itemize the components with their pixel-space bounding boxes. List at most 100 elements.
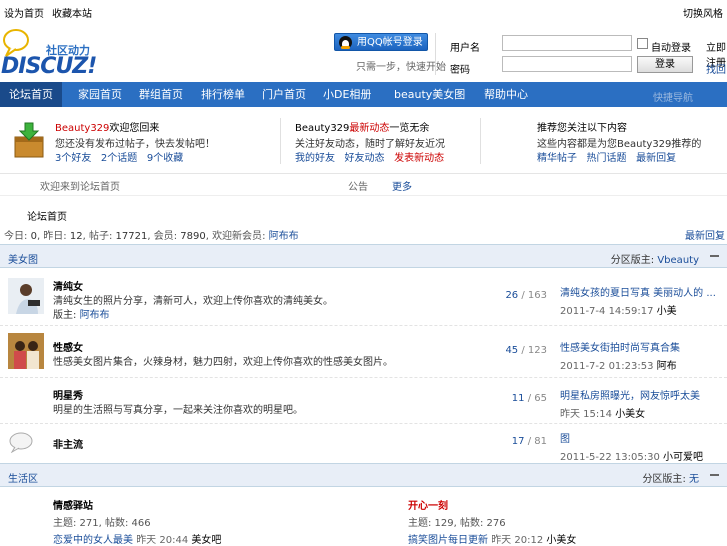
post-feed-link[interactable]: 发表新动态 xyxy=(394,153,444,164)
nav-portal[interactable]: 门户首页 xyxy=(262,82,306,107)
last-post-title[interactable]: 搞笑图片每日更新 xyxy=(408,535,488,546)
last-post-user[interactable]: 小可爱吧 xyxy=(663,452,703,463)
last-post-user[interactable]: 小美 xyxy=(657,306,677,317)
moderator-label: 分区版主 xyxy=(642,474,683,485)
last-post-title[interactable]: 恋爱中的女人最美 xyxy=(53,535,133,546)
forum-name[interactable]: 非主流 xyxy=(53,436,83,451)
forum-name[interactable]: 明星秀 xyxy=(53,387,83,402)
last-post-title[interactable]: 明星私房照曝光，网友惊呼太美 xyxy=(560,387,700,402)
post-count: 65 xyxy=(534,393,547,404)
nav-album[interactable]: 小DE相册 xyxy=(323,82,371,107)
forum-moderator: 版主: 阿布布 xyxy=(53,310,110,321)
latest-link[interactable]: 最新回复 xyxy=(636,153,676,164)
forum-mod-link[interactable]: 阿布布 xyxy=(80,310,110,321)
forum-name[interactable]: 情感驿站 xyxy=(53,497,383,512)
last-post-meta: 2011-5-22 13:05:30 小可爱吧 xyxy=(560,448,703,463)
last-post-user[interactable]: 小美女 xyxy=(615,409,645,420)
switch-style-link[interactable]: 切换风格 xyxy=(683,5,723,20)
welcome-col-2: Beauty329最新动态一览无余 关注好友动态，随时了解好友近况 我的好友 好… xyxy=(280,107,480,173)
breadcrumb[interactable]: 论坛首页 xyxy=(27,208,67,223)
nav-home-space[interactable]: 家园首页 xyxy=(78,82,122,107)
members-count: 7890 xyxy=(180,231,206,242)
feed-title: 一览无余 xyxy=(389,123,430,134)
forum-desc: 清纯女生的照片分享，清新可人，欢迎上传你喜欢的清纯美女。 xyxy=(53,296,333,307)
username-input[interactable] xyxy=(502,35,632,51)
nav-forum-home[interactable]: 论坛首页 xyxy=(0,82,62,107)
announcement-bar: 欢迎来到论坛首页 公告 更多 xyxy=(0,173,727,196)
digest-link[interactable]: 精华帖子 xyxy=(537,153,577,164)
moderator-label: 分区版主 xyxy=(610,255,651,266)
site-logo[interactable]: 社区动力 DISCUZ! xyxy=(0,24,110,80)
qq-login-button[interactable]: 用QQ帐号登录 xyxy=(334,33,428,51)
forum-row: 非主流 17 / 81 图 2011-5-22 13:05:30 小可爱吧 xyxy=(0,423,727,463)
speech-bubble-icon xyxy=(9,432,33,453)
posts-count: 17721 xyxy=(115,231,148,242)
last-post-user[interactable]: 小美女 xyxy=(546,535,576,546)
forum-thumbnail-icon[interactable] xyxy=(8,333,44,369)
thread-count: 45 xyxy=(505,345,519,356)
qq-login-subtitle: 只需一步，快速开始 xyxy=(356,62,446,73)
friend-feed-link[interactable]: 好友动态 xyxy=(345,153,385,164)
last-post-user[interactable]: 阿布 xyxy=(657,361,677,372)
forum-name[interactable]: 性感女 xyxy=(53,339,83,354)
moderator-link[interactable]: 无 xyxy=(689,474,699,485)
welcome-col-3: 推荐您关注以下内容 这些内容都是为您Beauty329推荐的 精华帖子 热门话题… xyxy=(480,107,727,173)
nav-groups[interactable]: 群组首页 xyxy=(139,82,183,107)
nav-help[interactable]: 帮助中心 xyxy=(484,82,528,107)
forum-counts: 17 / 81 xyxy=(511,436,547,447)
last-post-title[interactable]: 图 xyxy=(560,430,703,445)
forum-thumbnail-icon[interactable] xyxy=(8,278,44,314)
latest-replies-link[interactable]: 最新回复 xyxy=(685,227,725,242)
last-post-title[interactable]: 性感美女街拍时尚写真合集 xyxy=(560,339,680,354)
hot-link[interactable]: 热门话题 xyxy=(587,153,627,164)
password-input[interactable] xyxy=(502,56,632,72)
qq-login-label: 用QQ帐号登录 xyxy=(357,37,423,48)
last-post: 恋爱中的女人最美 昨天 20:44 美女吧 xyxy=(53,531,383,546)
collapse-icon[interactable] xyxy=(710,474,719,476)
thread-count: 11 xyxy=(511,393,525,404)
set-homepage-link[interactable]: 设为首页 xyxy=(4,9,44,20)
favorites-link[interactable]: 9个收藏 xyxy=(147,153,183,164)
last-post-time: 2011-7-4 14:59:17 xyxy=(560,306,654,317)
thread-count: 17 xyxy=(511,436,525,447)
login-button[interactable]: 登录 xyxy=(637,56,693,73)
yesterday-label: 昨日 xyxy=(43,231,64,242)
recommend-title: 推荐您关注以下内容 xyxy=(537,123,627,134)
last-post-title[interactable]: 清纯女孩的夏日写真 美丽动人的 ... xyxy=(560,284,716,299)
last-post: 性感美女街拍时尚写真合集 2011-7-2 01:23:53 阿布 xyxy=(560,339,680,372)
yesterday-count: 12 xyxy=(69,231,83,242)
auto-login-checkbox[interactable] xyxy=(637,38,648,49)
nav-beauty[interactable]: beauty美女图 xyxy=(394,82,465,107)
divider xyxy=(435,33,436,75)
section-title[interactable]: 生活区 xyxy=(8,470,38,485)
forum-row: 清纯女 清纯女生的照片分享，清新可人，欢迎上传你喜欢的清纯美女。 版主: 阿布布… xyxy=(0,268,727,326)
forum-desc: 性感美女图片集合，火辣身材，魅力四射，欢迎上传你喜欢的性感美女图片。 xyxy=(53,357,393,368)
members-label: 会员 xyxy=(153,231,174,242)
section-moderator: 分区版主: Vbeauty xyxy=(610,255,699,266)
friends-link[interactable]: 3个好友 xyxy=(55,153,91,164)
my-friends-link[interactable]: 我的好友 xyxy=(295,153,335,164)
welcome-desc: 您还没有发布过帖子，快去发帖吧！ xyxy=(55,139,215,150)
last-post-user[interactable]: 美女吧 xyxy=(191,535,221,546)
posts-label: 帖子 xyxy=(88,231,109,242)
main-nav: 论坛首页 家园首页 群组首页 排行榜单 门户首页 小DE相册 beauty美女图… xyxy=(0,82,727,107)
newest-member-link[interactable]: 阿布布 xyxy=(269,231,299,242)
forum-name[interactable]: 清纯女 xyxy=(53,278,83,293)
quick-nav[interactable]: 快捷导航 xyxy=(653,89,693,104)
forum-row: 明星秀 明星的生活照与写真分享，一起来关注你喜欢的明星吧。 11 / 65 明星… xyxy=(0,377,727,424)
welcome-username[interactable]: Beauty329 xyxy=(55,123,109,134)
topics-link[interactable]: 2个话题 xyxy=(101,153,137,164)
moderator-link[interactable]: Vbeauty xyxy=(657,255,699,266)
logo-en: DISCUZ! xyxy=(1,54,97,79)
announcement-more-link[interactable]: 更多 xyxy=(392,178,412,193)
post-count: 163 xyxy=(527,290,547,301)
today-count: 0 xyxy=(30,231,37,242)
bookmark-link[interactable]: 收藏本站 xyxy=(52,9,92,20)
last-post-meta: 2011-7-2 01:23:53 阿布 xyxy=(560,357,680,372)
forgot-password-link[interactable]: 找回 xyxy=(706,61,726,76)
nav-ranking[interactable]: 排行榜单 xyxy=(201,82,245,107)
announcement-text: 欢迎来到论坛首页 xyxy=(40,182,120,193)
collapse-icon[interactable] xyxy=(710,255,719,257)
forum-name[interactable]: 开心一刻 xyxy=(408,497,718,512)
section-title[interactable]: 美女图 xyxy=(8,251,38,266)
